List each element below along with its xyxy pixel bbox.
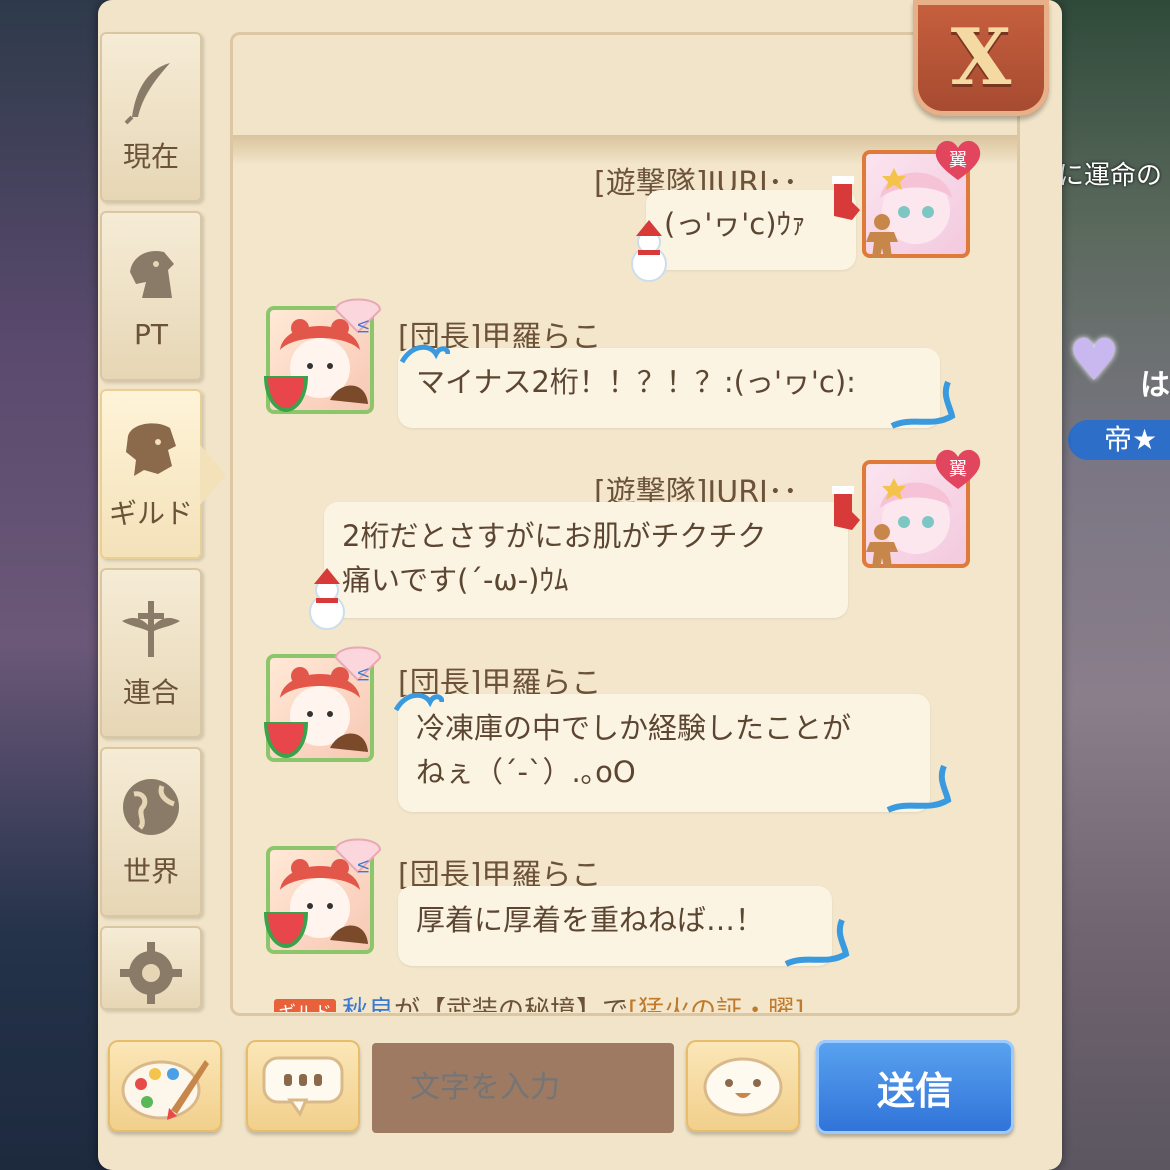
stocking-sticker — [832, 486, 860, 530]
svg-text:翼: 翼 — [949, 459, 967, 480]
heart-wing-badge: 翼 — [932, 447, 981, 489]
horse-head-icon — [130, 250, 174, 298]
gingerbread-sticker — [866, 524, 898, 568]
svg-text:翼: 翼 — [949, 150, 967, 171]
wave-sticker — [400, 344, 450, 364]
globe-icon — [123, 779, 179, 835]
message-bubble: 厚着に厚着を重ねねば…！ — [398, 886, 832, 966]
tab-alliance[interactable]: 連合 — [100, 568, 202, 738]
tab-guild[interactable]: ギルド — [100, 389, 202, 559]
lion-head-icon — [126, 423, 176, 476]
system-message: ギルド秋良が【武装の秘境】で[猛火の証・曜] — [274, 990, 994, 1012]
feather-icon — [124, 63, 170, 125]
snowman-sticker — [631, 220, 667, 282]
tab-world[interactable]: 世界 — [100, 747, 202, 917]
svg-text:VII: VII — [354, 320, 370, 334]
palette-icon — [121, 1060, 209, 1120]
watermelon-sticker — [264, 722, 308, 758]
message-text-line: 冷凍庫の中でしか経験したことが — [416, 711, 852, 745]
guild-tag: ギルド — [274, 999, 336, 1012]
emoji-button[interactable] — [686, 1040, 800, 1132]
game-background-left — [0, 0, 110, 1170]
close-icon: X — [950, 12, 1012, 103]
tab-current[interactable]: 現在 — [100, 32, 202, 202]
quick-phrase-button[interactable] — [246, 1040, 360, 1132]
message-bubble: 冷凍庫の中でしか経験したことが ねぇ（´-`）.｡oO — [398, 694, 930, 812]
tab-label: ギルド — [108, 497, 193, 530]
tab-label: PT — [134, 317, 168, 351]
close-button[interactable]: X — [913, 0, 1049, 116]
system-player-name[interactable]: 秋良 — [342, 996, 394, 1012]
watermelon-sticker — [264, 376, 308, 412]
message-text: マイナス2桁！！？！？:(っ'ヮ'c): — [416, 365, 856, 399]
snowman-sticker — [309, 568, 345, 630]
wave-sticker — [886, 764, 952, 813]
message-text-line: 2桁だとさすがにお肌がチクチク — [342, 519, 767, 553]
shell-badge: VII — [332, 638, 382, 686]
message-bubble: マイナス2桁！！？！？:(っ'ヮ'c): — [398, 348, 940, 428]
gear-icon — [120, 942, 182, 1004]
tab-label: 連合 — [122, 676, 179, 709]
message-text: (っ'ヮ'c)ｳｧ — [664, 207, 806, 241]
gingerbread-sticker — [866, 214, 898, 258]
system-item-link[interactable]: [猛火の証・曜] — [628, 996, 804, 1012]
svg-text:VII: VII — [354, 668, 370, 682]
watermelon-sticker — [264, 912, 308, 948]
send-label: 送信 — [876, 1068, 953, 1113]
emoji-face-icon — [703, 1057, 783, 1117]
wave-sticker — [890, 380, 956, 429]
tab-label: 世界 — [122, 855, 179, 888]
tab-label: 現在 — [122, 140, 179, 173]
background-banner: 帝★ — [1068, 420, 1170, 460]
wave-sticker — [784, 918, 850, 967]
message-bubble: 2桁だとさすがにお肌がチクチク 痛いです(´-ω-)ｳﾑ — [324, 502, 848, 618]
winged-sword-icon — [122, 601, 180, 657]
message-text-line: ねぇ（´-`）.｡oO — [416, 755, 636, 789]
wave-sticker — [394, 692, 444, 712]
svg-text:VII: VII — [354, 860, 370, 874]
heart-wing-badge: 翼 — [932, 138, 981, 180]
stocking-sticker — [832, 176, 860, 220]
heart-icon: ♥ — [1068, 326, 1120, 394]
tab-party[interactable]: PT — [100, 211, 202, 381]
background-glyph: は — [1140, 368, 1170, 403]
chat-input[interactable] — [372, 1043, 674, 1133]
shell-badge: VII — [332, 290, 382, 338]
message-text: 厚着に厚着を重ねねば…！ — [416, 903, 765, 937]
chat-top-band — [233, 35, 1017, 135]
active-tab-pointer — [200, 445, 226, 505]
background-caption: に運命の — [1058, 161, 1163, 191]
speech-bubble-icon — [262, 1056, 344, 1118]
system-text: が【武装の秘境】で — [394, 996, 629, 1012]
tab-settings[interactable] — [100, 926, 202, 1010]
message-text-line: 痛いです(´-ω-)ｳﾑ — [342, 563, 569, 597]
stamp-palette-button[interactable] — [108, 1040, 222, 1132]
shell-badge: VII — [332, 830, 382, 878]
send-button[interactable]: 送信 — [816, 1040, 1014, 1134]
